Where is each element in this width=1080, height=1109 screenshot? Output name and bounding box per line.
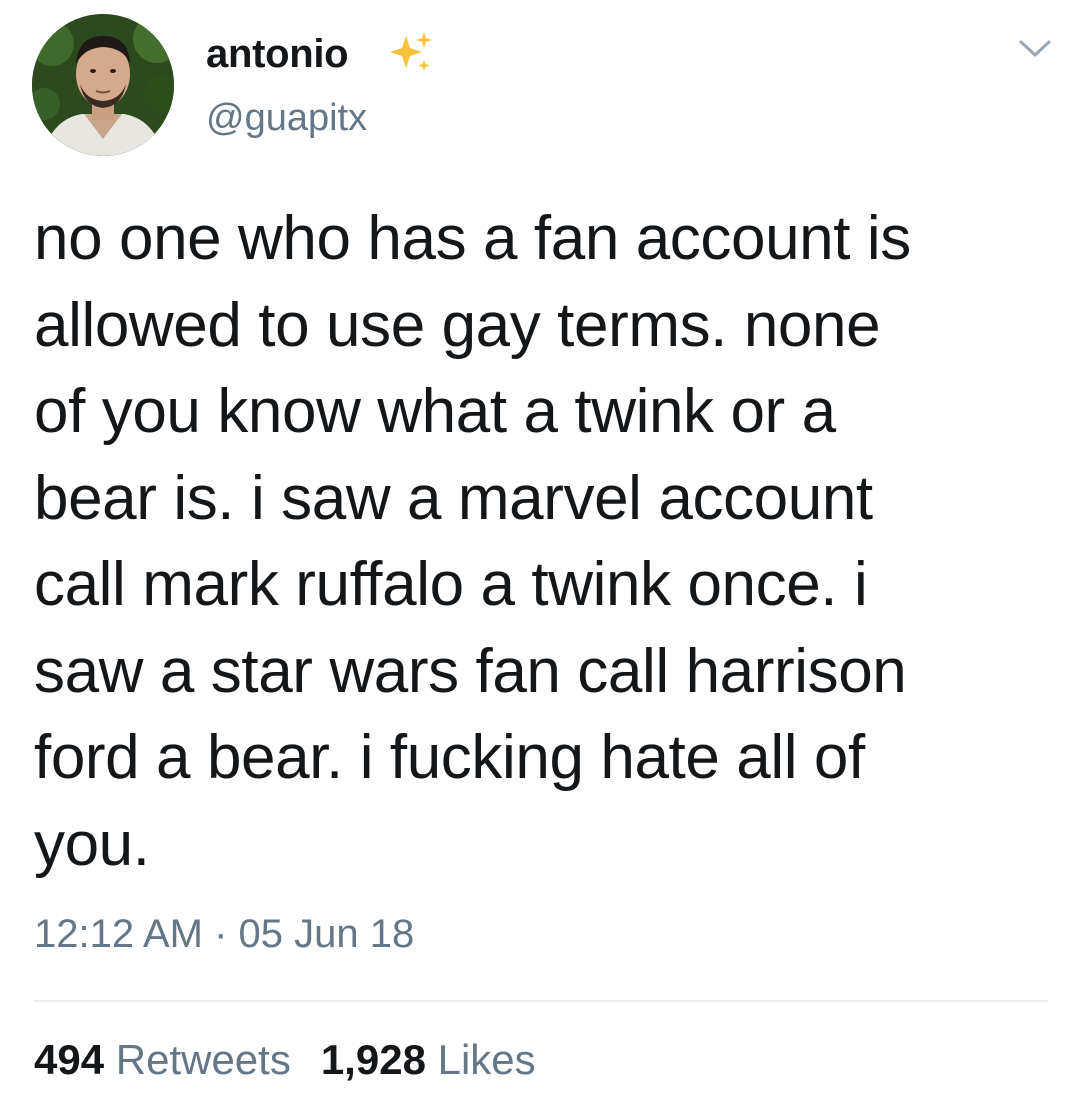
display-name[interactable]: antonio [206,32,349,77]
likes-label: Likes [437,1036,536,1083]
tweet-card: antonio @guapitx no one who has a fan ac… [0,0,1080,1109]
tweet-text-line: bear is. i saw a marvel account [34,463,873,533]
engagement-stats: 494 Retweets 1,928 Likes [34,1036,566,1084]
tweet-text-line: no one who has a fan account is [34,204,911,273]
tweet-text-line: ford a bear. i fucking hate all of [34,723,865,792]
divider [34,1000,1048,1002]
tweet-timestamp[interactable]: 12:12 AM · 05 Jun 18 [34,912,414,957]
likes-stat[interactable]: 1,928 Likes [321,1036,536,1083]
tweet-text-line: saw a star wars fan call harrison [34,636,907,706]
user-handle[interactable]: @guapitx [206,97,367,140]
tweet-text-line: call mark ruffalo a twink once. i [34,550,868,619]
sparkles-icon [390,32,432,71]
likes-count: 1,928 [320,1036,426,1083]
tweet-text-line: you. [34,809,150,879]
tweet-text-line: allowed to use gay terms. none [34,290,881,360]
retweets-label: Retweets [115,1036,291,1083]
avatar-image [32,14,174,156]
retweets-count: 494 [34,1036,105,1083]
avatar[interactable] [32,14,174,156]
tweet-text-line: of you know what a twink or a [34,377,836,446]
tweet-text: no one who has a fan account is allowed … [34,196,1044,888]
retweets-stat[interactable]: 494 Retweets [34,1036,291,1083]
chevron-down-icon[interactable] [1018,36,1052,62]
